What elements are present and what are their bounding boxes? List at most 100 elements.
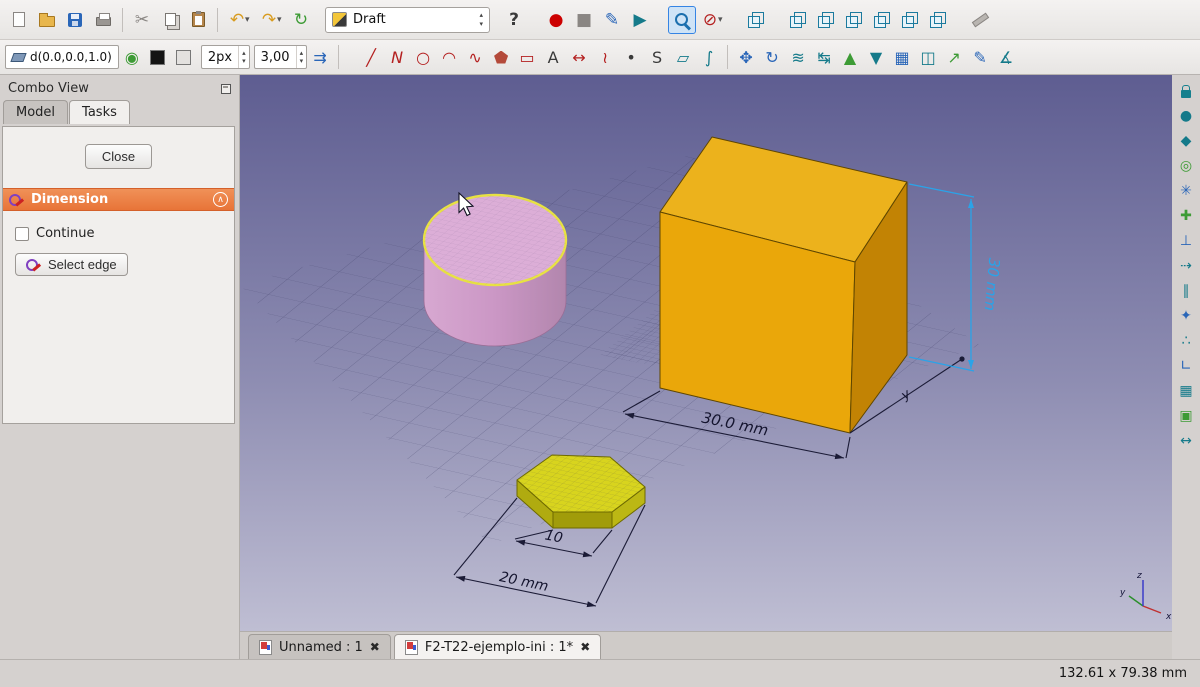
- draft-offset-icon[interactable]: ≋: [785, 44, 811, 70]
- draft-scale-icon[interactable]: ↗: [941, 44, 967, 70]
- tab-tasks[interactable]: Tasks: [69, 100, 130, 124]
- workbench-selector[interactable]: Draft ▴▾: [325, 7, 490, 33]
- snap-parallel-icon[interactable]: ∥: [1175, 280, 1197, 302]
- float-panel-icon[interactable]: [221, 84, 231, 94]
- 3d-viewport[interactable]: 30.0 mm y 10 20 mm 30 mm x y z: [240, 75, 1172, 631]
- print-icon[interactable]: [89, 6, 117, 34]
- spinner-arrows-icon[interactable]: ▴▾: [238, 46, 249, 68]
- text-size-spinner[interactable]: 3,00 ▴▾: [254, 45, 307, 69]
- draft-shapestring-icon[interactable]: S: [644, 44, 670, 70]
- hexagon-inner-dimension-label[interactable]: 10: [543, 528, 564, 547]
- snap-intersection-icon[interactable]: ✚: [1175, 205, 1197, 227]
- continue-checkbox[interactable]: [15, 227, 29, 241]
- view-top-icon[interactable]: [812, 6, 840, 34]
- snap-working-plane-icon[interactable]: ▣: [1175, 405, 1197, 427]
- close-button[interactable]: Close: [85, 144, 152, 169]
- snap-ortho-icon[interactable]: ∟: [1175, 355, 1197, 377]
- snap-special-icon[interactable]: ✦: [1175, 305, 1197, 327]
- tab-close-icon[interactable]: ✖: [370, 640, 380, 654]
- macro-record-icon[interactable]: ●: [542, 6, 570, 34]
- view-rear-icon[interactable]: [868, 6, 896, 34]
- collapse-task-icon[interactable]: ∧: [213, 192, 228, 207]
- construction-mode-icon[interactable]: ◉: [119, 44, 145, 70]
- copy-pages-icon: [165, 13, 176, 26]
- refresh-icon[interactable]: ↻: [287, 6, 315, 34]
- view-axonometric-icon[interactable]: [742, 6, 770, 34]
- draft-bspline-icon[interactable]: ∿: [462, 44, 488, 70]
- document-tab-unnamed[interactable]: Unnamed : 1 ✖: [248, 634, 391, 659]
- snap-perpendicular-icon[interactable]: ⊥: [1175, 230, 1197, 252]
- draft-arc-icon[interactable]: ◠: [436, 44, 462, 70]
- draft-facebinder-icon[interactable]: ▱: [670, 44, 696, 70]
- snap-extension-icon[interactable]: ⇢: [1175, 255, 1197, 277]
- cube-icon: [790, 12, 806, 28]
- whats-this-icon[interactable]: ?: [500, 6, 528, 34]
- draft-circle-icon[interactable]: ○: [410, 44, 436, 70]
- draft-dimension-icon[interactable]: ↔: [566, 44, 592, 70]
- draft-line-icon[interactable]: ╱: [358, 44, 384, 70]
- draft-edit-icon[interactable]: ✎: [967, 44, 993, 70]
- draft-move-icon[interactable]: ✥: [733, 44, 759, 70]
- draft-polyline-icon[interactable]: N: [384, 44, 410, 70]
- snap-grid-icon[interactable]: ▦: [1175, 380, 1197, 402]
- macro-stop-icon[interactable]: ■: [570, 6, 598, 34]
- snap-midpoint-icon[interactable]: ◆: [1175, 130, 1197, 152]
- draw-style-dropdown-icon[interactable]: ▾: [718, 15, 728, 25]
- cut-icon[interactable]: ✂: [128, 6, 156, 34]
- padlock-icon: [1181, 90, 1191, 98]
- draft-point-icon[interactable]: •: [618, 44, 644, 70]
- tab-close-icon[interactable]: ✖: [580, 640, 590, 654]
- fill-color-swatch[interactable]: [145, 44, 171, 70]
- view-front-icon[interactable]: [784, 6, 812, 34]
- magnifier-icon: [674, 12, 690, 28]
- undo-dropdown-icon[interactable]: ▾: [245, 15, 255, 25]
- working-plane-button[interactable]: d(0.0,0.0,1.0): [5, 45, 119, 69]
- draft-text-icon[interactable]: A: [540, 44, 566, 70]
- draft-slope-icon[interactable]: ∡: [993, 44, 1019, 70]
- select-edge-button[interactable]: Select edge: [15, 253, 128, 276]
- white-swatch-icon: [176, 50, 191, 65]
- black-swatch-icon: [150, 50, 165, 65]
- spinner-arrows-icon[interactable]: ▴▾: [296, 46, 307, 68]
- draft-downgrade-icon[interactable]: ▼: [863, 44, 889, 70]
- apply-style-icon[interactable]: ⇉: [307, 44, 333, 70]
- tab-model[interactable]: Model: [3, 100, 68, 124]
- snap-center-icon[interactable]: ◎: [1175, 155, 1197, 177]
- macro-play-icon[interactable]: ▶: [626, 6, 654, 34]
- measure-distance-icon[interactable]: [966, 6, 994, 34]
- box-object[interactable]: [660, 137, 907, 433]
- draft-array-icon[interactable]: ▦: [889, 44, 915, 70]
- view-bottom-icon[interactable]: [896, 6, 924, 34]
- combo-spinner-icon[interactable]: ▴▾: [479, 11, 483, 27]
- new-document-icon[interactable]: [5, 6, 33, 34]
- open-document-icon[interactable]: [33, 6, 61, 34]
- zoom-fit-all-icon[interactable]: [668, 6, 696, 34]
- draft-bezier-icon[interactable]: ≀: [592, 44, 618, 70]
- draft-trim-icon[interactable]: ↹: [811, 44, 837, 70]
- save-document-icon[interactable]: [61, 6, 89, 34]
- viewport-canvas[interactable]: 30.0 mm y 10 20 mm 30 mm x y z: [240, 75, 1172, 631]
- line-color-swatch[interactable]: [171, 44, 197, 70]
- line-width-spinner[interactable]: 2px ▴▾: [201, 45, 250, 69]
- view-right-icon[interactable]: [840, 6, 868, 34]
- draft-mirror-icon[interactable]: ◫: [915, 44, 941, 70]
- snap-endpoint-icon[interactable]: ●: [1175, 105, 1197, 127]
- draft-rotate-icon[interactable]: ↻: [759, 44, 785, 70]
- dimension-task-header[interactable]: Dimension ∧: [3, 188, 234, 211]
- macro-edit-icon[interactable]: ✎: [598, 6, 626, 34]
- draft-rectangle-icon[interactable]: ▭: [514, 44, 540, 70]
- draft-polygon-icon[interactable]: [488, 44, 514, 70]
- snap-angle-icon[interactable]: ✳: [1175, 180, 1197, 202]
- main-toolbar: ✂ ↶ ▾ ↷ ▾ ↻ Draft ▴▾ ? ● ■ ✎ ▶ ⊘ ▾: [0, 0, 1200, 40]
- snap-dimensions-icon[interactable]: ↔: [1175, 430, 1197, 452]
- snap-near-icon[interactable]: ∴: [1175, 330, 1197, 352]
- draft-to-sketch-icon[interactable]: ∫: [696, 44, 722, 70]
- copy-icon[interactable]: [156, 6, 184, 34]
- paste-icon[interactable]: [184, 6, 212, 34]
- view-left-icon[interactable]: [924, 6, 952, 34]
- text-size-value: 3,00: [261, 50, 290, 65]
- snap-lock-icon[interactable]: [1175, 80, 1197, 102]
- draft-upgrade-icon[interactable]: ▲: [837, 44, 863, 70]
- redo-dropdown-icon[interactable]: ▾: [277, 15, 287, 25]
- document-tab-ejemplo[interactable]: F2-T22-ejemplo-ini : 1* ✖: [394, 634, 601, 659]
